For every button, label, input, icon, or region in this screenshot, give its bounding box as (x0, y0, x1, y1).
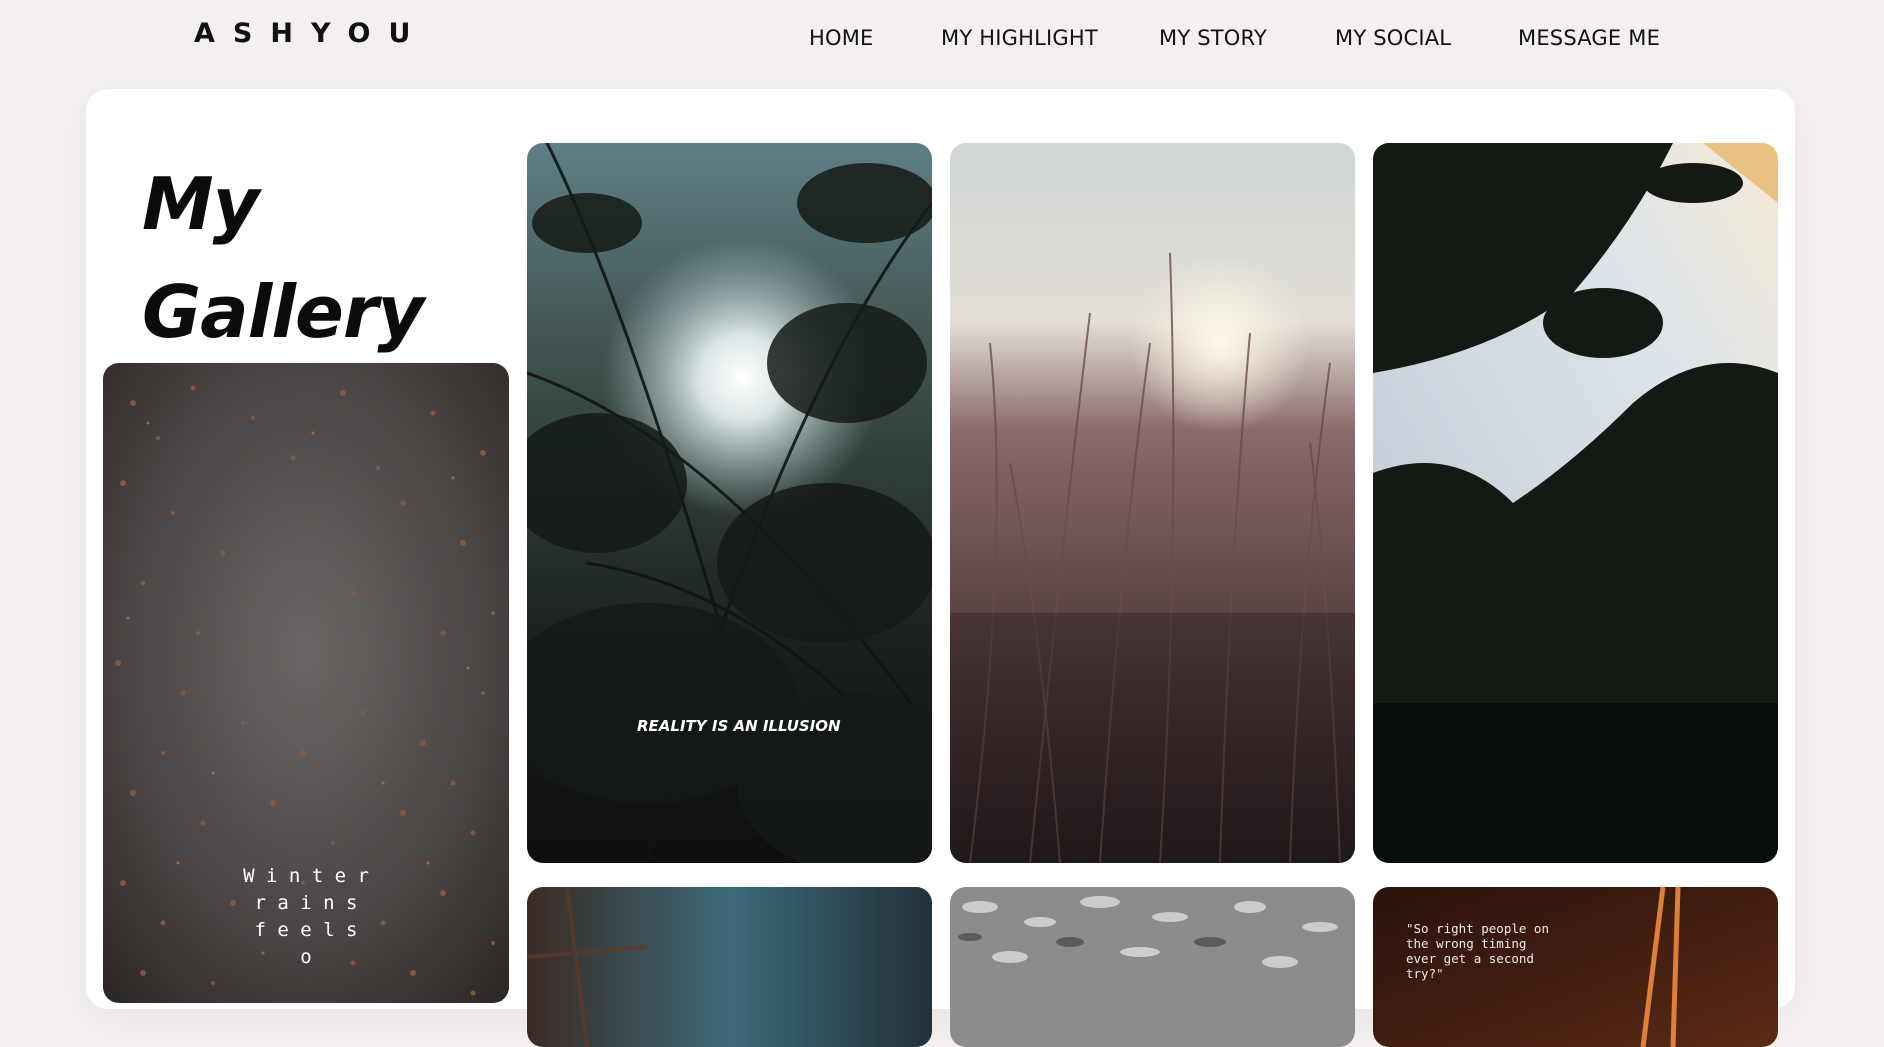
gallery-photo-bamboo[interactable]: REALITY IS AN ILLUSION (527, 143, 932, 863)
nav-my-highlight[interactable]: MY HIGHLIGHT (941, 26, 1098, 50)
quote-caption-line-3: ever get a second (1406, 951, 1534, 966)
nav-message-me[interactable]: MESSAGE ME (1518, 26, 1660, 50)
quote-caption-line-1: "So right people on (1406, 921, 1549, 936)
grass-photo-image (950, 143, 1355, 863)
quote-caption-line-2: the wrong timing (1406, 936, 1527, 951)
gallery-photo-gravel[interactable]: W i n t e r r a i n s f e e l s o (103, 363, 509, 1003)
page-title-line-1: My (142, 162, 260, 246)
quote-caption-line-4: try?" (1406, 966, 1444, 981)
page-title: My Gallery (142, 150, 424, 366)
page-title-line-2: Gallery (142, 270, 424, 354)
nav-my-story[interactable]: MY STORY (1159, 26, 1267, 50)
bamboo-photo-caption: REALITY IS AN ILLUSION (637, 717, 841, 735)
quote-photo-caption: "So right people on the wrong timing eve… (1406, 921, 1549, 981)
main-nav: HOME MY HIGHLIGHT MY STORY MY SOCIAL MES… (0, 26, 1884, 56)
gravel-caption-line-2: r a i n s (254, 892, 358, 914)
gravel-caption-line-3: f e e l s (254, 919, 358, 941)
tree-blue-photo-image (527, 887, 932, 1047)
gravel-caption-line-4: o (300, 946, 312, 968)
nav-my-social[interactable]: MY SOCIAL (1335, 26, 1451, 50)
gallery-photo-quote[interactable]: "So right people on the wrong timing eve… (1373, 887, 1778, 1047)
dry-leaves-photo-image (950, 887, 1355, 1047)
gallery-photo-leaves[interactable] (1373, 143, 1778, 863)
gravel-caption-line-1: W i n t e r (243, 865, 369, 887)
gallery-photo-grass[interactable] (950, 143, 1355, 863)
bamboo-photo-image (527, 143, 932, 863)
gallery-photo-tree-blue[interactable] (527, 887, 932, 1047)
gravel-photo-caption: W i n t e r r a i n s f e e l s o (221, 863, 391, 971)
leaves-photo-image (1373, 143, 1778, 863)
nav-home[interactable]: HOME (809, 26, 874, 50)
gallery-photo-dry-leaves[interactable] (950, 887, 1355, 1047)
